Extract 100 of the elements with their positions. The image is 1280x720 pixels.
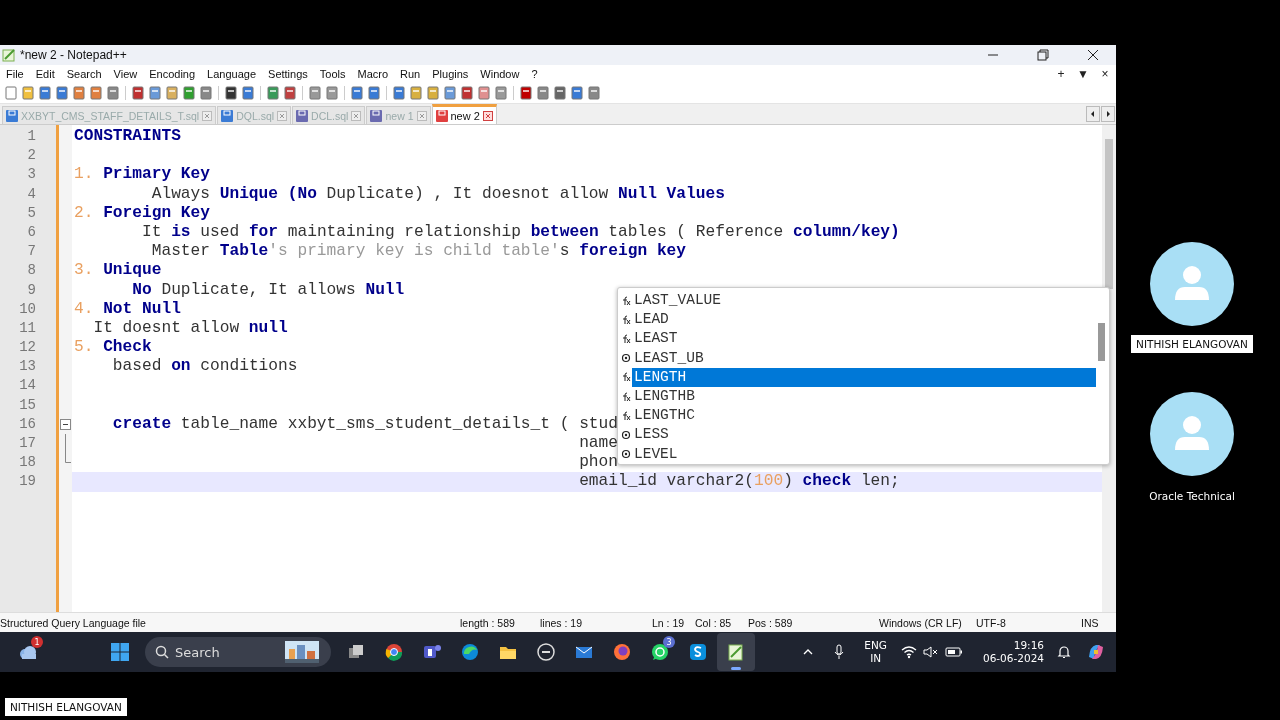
suggestion-item[interactable]: LEAD [632,310,1096,330]
menu-button[interactable]: + [1050,67,1072,81]
suggestion-item[interactable]: LENGTH [632,367,1096,387]
column-info: Col : 85 [695,616,733,629]
close-tab-icon[interactable] [277,110,288,121]
position-info: Pos : 589 [748,616,794,629]
notification-badge: 3 [663,636,675,648]
gear-icon [621,353,631,364]
line-ending: Windows (CR LF) [879,616,963,629]
code-line: It doesnt allow null [92,318,288,337]
code-line: name [578,434,618,452]
code-line: CONSTRAINTS [74,127,181,145]
assistant-icon[interactable] [1086,642,1106,662]
line-number: 2 [26,146,37,166]
suggestion-item[interactable]: LEAST_UB [632,348,1096,368]
restore-icon[interactable] [1035,47,1051,63]
menu-button[interactable]: ▼ [1072,67,1094,81]
code-line: Master Table's primary key is child table's foreign key [150,242,687,261]
menu-item[interactable]: Language [207,68,263,80]
menu-item[interactable]: ? [531,68,544,80]
line-number: 18 [18,453,37,473]
line-number: 7 [26,242,37,262]
presenter-name: NITHISH ELANGOVAN [5,698,127,716]
line-number: 1 [26,127,37,146]
line-number: 11 [18,318,37,338]
suggestion-item[interactable]: LENGTHB [632,387,1096,407]
suggestion-item[interactable]: LEAST [632,329,1096,349]
volume-muted-icon[interactable] [922,645,939,659]
insert-mode: INS [1081,616,1099,629]
menu-button[interactable]: × [1094,67,1116,81]
close-tab-icon[interactable] [416,110,427,121]
line-number: 19 [18,472,37,492]
menu-item[interactable]: Edit [35,68,61,80]
code-line: Always Unique (No Duplicate) , It doesnot allow Null Values [150,184,725,203]
notepad-icon [2,48,16,62]
scroll-right-icon[interactable] [1101,106,1115,122]
notification-badge: 1 [31,636,43,648]
close-tab-icon[interactable] [482,110,493,121]
wave-logo-icon [460,642,480,662]
function-icon [621,372,631,383]
avatar-icon [1150,392,1234,476]
menu-item[interactable]: Settings [268,68,314,80]
search-icon [155,645,169,659]
line-number: 4 [26,184,37,204]
menu-item[interactable]: Encoding [149,68,202,80]
code-line: create table_name xxbyt_sms_student_details_t ( stud [111,414,618,433]
line-number: 6 [26,222,37,242]
line-number: 14 [18,376,37,396]
close-icon[interactable] [1085,47,1101,63]
suggestion-item[interactable]: LAST_VALUE [632,291,1096,311]
line-number: 10 [18,299,37,319]
clock[interactable]: 19:16 06-06-2024 [982,639,1044,665]
suggestion-item[interactable]: LEVEL [632,444,1096,464]
encoding: UTF-8 [976,616,1007,629]
line-info: Ln : 19 [652,616,686,629]
windows-icon [110,642,130,662]
scroll-left-icon[interactable] [1086,106,1100,122]
round-logo-icon [384,642,404,662]
line-number: 12 [18,338,37,358]
menu-item[interactable]: Run [400,68,427,80]
weather-button[interactable]: 1 [9,633,47,671]
file-type: Structured Query Language file [0,616,147,629]
notepad-icon [726,642,746,662]
length-info: length : 589 [460,616,516,629]
file-tab[interactable]: new 2 [431,104,497,124]
menu-item[interactable]: Search [66,68,108,80]
code-line: based on conditions [111,357,298,376]
function-icon [621,333,631,344]
code-line: 2. Foreign Key [74,203,210,222]
battery-icon[interactable] [944,646,963,658]
language-indicator[interactable]: ENG IN [864,639,887,665]
line-number: 3 [26,165,37,185]
avatar-icon [1150,242,1234,326]
function-icon [621,391,631,402]
code-line: 1. Primary Key [74,165,210,184]
close-tab-icon[interactable] [202,110,213,121]
menu-item[interactable]: Window [480,68,526,80]
close-tab-icon[interactable] [351,110,362,121]
taskbar-app[interactable] [717,633,755,671]
code-line: 3. Unique [74,261,162,280]
participant-name: Oracle Technical [1149,490,1235,502]
menu-item[interactable]: Plugins [432,68,475,80]
suggestion-item[interactable]: LENGTHC [632,406,1096,426]
menu-item[interactable]: View [113,68,144,80]
line-number: 17 [18,434,37,453]
menu-item[interactable]: Macro [357,68,395,80]
code-line: It is used for maintaining relationship between tables ( Reference column/key) [141,222,900,241]
menu-item[interactable]: File [6,68,30,80]
globe-icon [612,642,632,662]
notification-bell-icon[interactable] [1056,644,1072,660]
window-title: *new 2 - Notepad++ [20,48,127,62]
menu-item[interactable]: Tools [319,68,352,80]
taskbar-app[interactable]: 3 [641,633,679,671]
line-number: 5 [26,203,37,223]
function-icon [621,410,631,421]
fold-toggle-icon[interactable] [60,418,71,430]
wifi-icon[interactable] [900,645,917,659]
suggestion-item[interactable]: LESS [632,425,1096,445]
gear-icon [621,449,631,460]
code-line: phon [578,453,618,472]
